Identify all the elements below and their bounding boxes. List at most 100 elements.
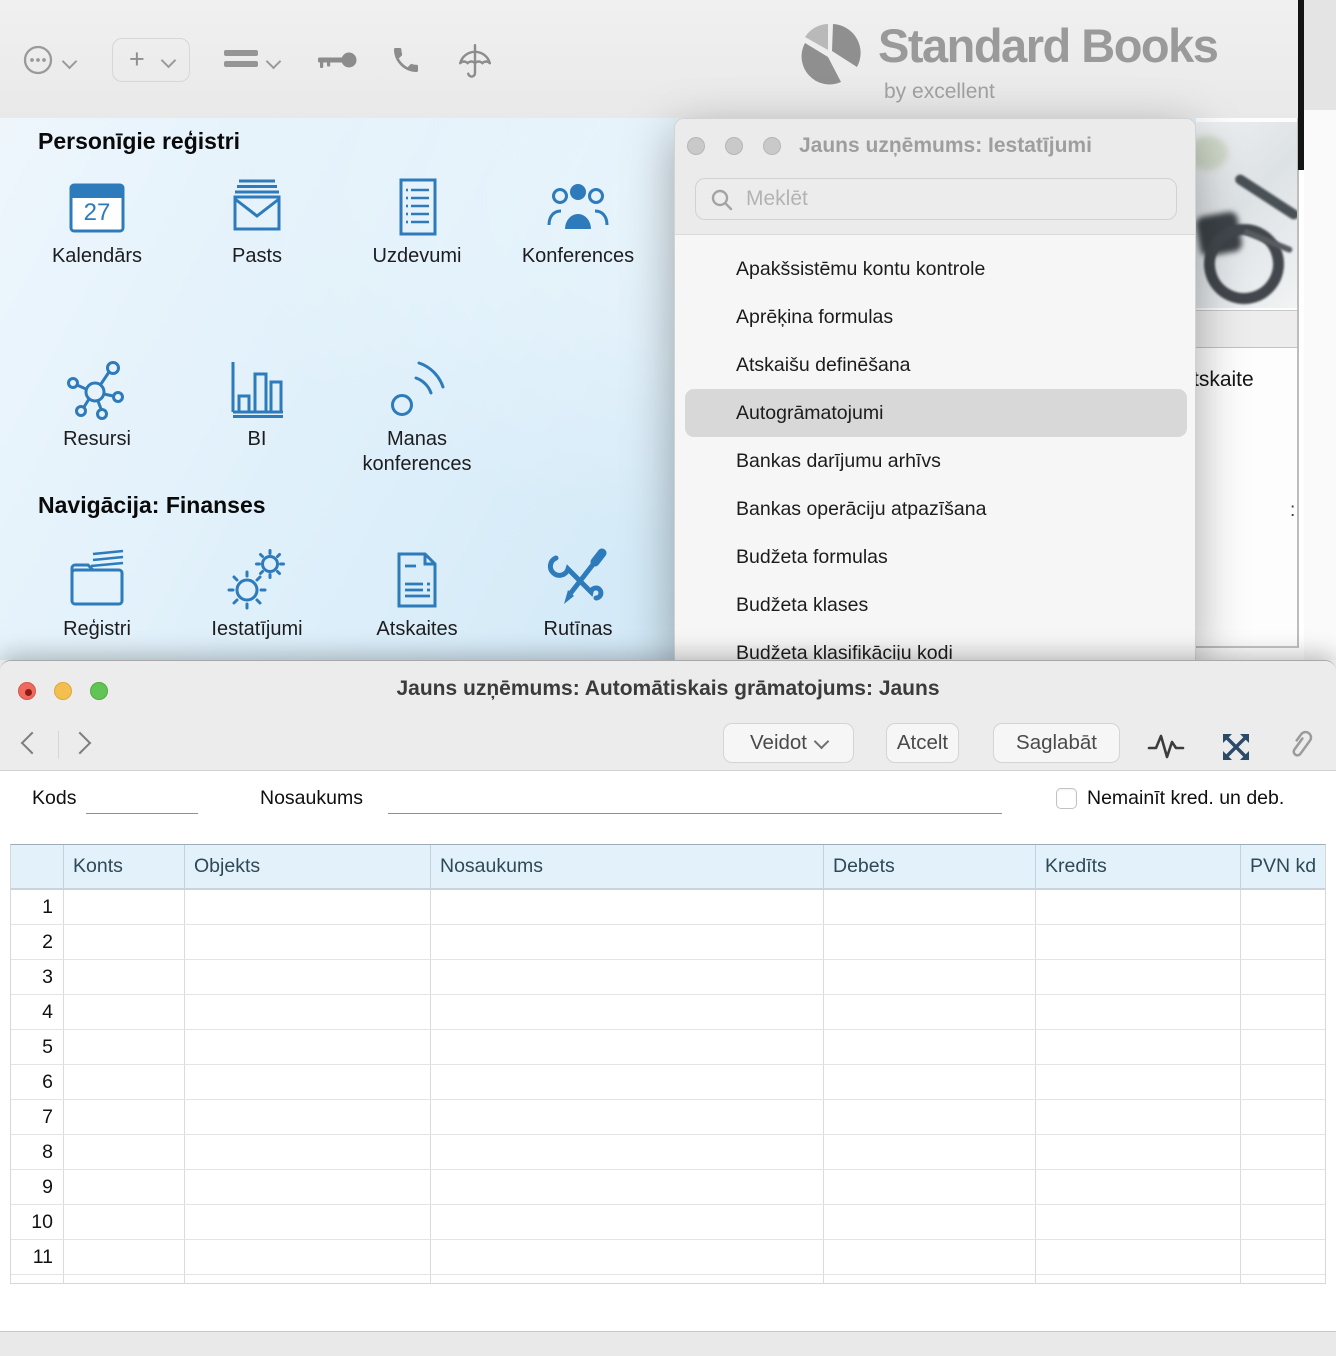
cell-konts[interactable] bbox=[64, 925, 185, 959]
nav-item-pasts[interactable]: Pasts bbox=[182, 175, 332, 269]
cell-pvn-kd[interactable] bbox=[1241, 1240, 1325, 1274]
row-number-cell[interactable]: 3 bbox=[11, 960, 64, 994]
cell-konts[interactable] bbox=[64, 1170, 185, 1204]
settings-list-item[interactable]: Apakšsistēmu kontu kontrole bbox=[685, 245, 1187, 293]
search-field[interactable] bbox=[695, 178, 1177, 220]
cell-pvn-kd[interactable] bbox=[1241, 1170, 1325, 1204]
expand-icon[interactable] bbox=[1220, 731, 1252, 768]
cell-konts[interactable] bbox=[64, 995, 185, 1029]
row-number-cell[interactable]: 12 bbox=[11, 1275, 64, 1284]
settings-list-item[interactable]: Budžeta klases bbox=[685, 581, 1187, 629]
settings-list-item[interactable]: Budžeta formulas bbox=[685, 533, 1187, 581]
paperclip-icon[interactable] bbox=[1277, 723, 1321, 770]
cell-nosaukums[interactable] bbox=[431, 1065, 824, 1099]
nav-item-kalendars[interactable]: 27 Kalendārs bbox=[22, 175, 172, 269]
row-number-cell[interactable]: 5 bbox=[11, 1030, 64, 1064]
cell-objekts[interactable] bbox=[185, 995, 431, 1029]
cell-debets[interactable] bbox=[824, 890, 1036, 924]
nav-item-manas-konferences[interactable]: Manas konferences bbox=[342, 358, 492, 477]
cell-kredits[interactable] bbox=[1036, 960, 1241, 994]
cell-debets[interactable] bbox=[824, 1240, 1036, 1274]
cell-objekts[interactable] bbox=[185, 890, 431, 924]
cell-pvn-kd[interactable] bbox=[1241, 995, 1325, 1029]
nav-item-atskaites[interactable]: Atskaites bbox=[342, 548, 492, 642]
add-button[interactable]: + bbox=[112, 38, 190, 82]
cell-nosaukums[interactable] bbox=[431, 1275, 824, 1284]
nav-item-resursi[interactable]: Resursi bbox=[22, 358, 172, 452]
row-number-cell[interactable]: 11 bbox=[11, 1240, 64, 1274]
cell-debets[interactable] bbox=[824, 1030, 1036, 1064]
nav-item-iestatijumi[interactable]: Iestatījumi bbox=[182, 548, 332, 642]
cell-konts[interactable] bbox=[64, 1205, 185, 1239]
row-number-cell[interactable]: 4 bbox=[11, 995, 64, 1029]
cell-nosaukums[interactable] bbox=[431, 960, 824, 994]
cell-pvn-kd[interactable] bbox=[1241, 1065, 1325, 1099]
cell-objekts[interactable] bbox=[185, 960, 431, 994]
column-header-debets[interactable]: Debets bbox=[824, 845, 1036, 888]
row-number-cell[interactable]: 1 bbox=[11, 890, 64, 924]
forward-button[interactable] bbox=[69, 732, 92, 755]
umbrella-icon[interactable] bbox=[456, 42, 494, 85]
cell-pvn-kd[interactable] bbox=[1241, 1135, 1325, 1169]
cell-objekts[interactable] bbox=[185, 1170, 431, 1204]
cell-nosaukums[interactable] bbox=[431, 1240, 824, 1274]
cell-objekts[interactable] bbox=[185, 1205, 431, 1239]
cell-kredits[interactable] bbox=[1036, 890, 1241, 924]
code-input[interactable] bbox=[86, 789, 198, 814]
cell-debets[interactable] bbox=[824, 995, 1036, 1029]
phone-icon[interactable] bbox=[390, 44, 422, 81]
cancel-button[interactable]: Atcelt bbox=[886, 723, 959, 763]
cell-debets[interactable] bbox=[824, 1205, 1036, 1239]
cell-kredits[interactable] bbox=[1036, 1135, 1241, 1169]
column-header-nosaukums[interactable]: Nosaukums bbox=[431, 845, 824, 888]
cell-pvn-kd[interactable] bbox=[1241, 1275, 1325, 1284]
settings-list-item[interactable]: Aprēķina formulas bbox=[685, 293, 1187, 341]
cell-kredits[interactable] bbox=[1036, 1240, 1241, 1274]
cell-debets[interactable] bbox=[824, 1065, 1036, 1099]
cell-objekts[interactable] bbox=[185, 925, 431, 959]
cell-nosaukums[interactable] bbox=[431, 890, 824, 924]
cell-konts[interactable] bbox=[64, 1065, 185, 1099]
search-input[interactable] bbox=[744, 183, 1168, 215]
row-number-cell[interactable]: 8 bbox=[11, 1135, 64, 1169]
cell-nosaukums[interactable] bbox=[431, 1205, 824, 1239]
cell-debets[interactable] bbox=[824, 960, 1036, 994]
cell-nosaukums[interactable] bbox=[431, 1135, 824, 1169]
cell-debets[interactable] bbox=[824, 925, 1036, 959]
cell-objekts[interactable] bbox=[185, 1240, 431, 1274]
row-number-cell[interactable]: 6 bbox=[11, 1065, 64, 1099]
column-header-objekts[interactable]: Objekts bbox=[185, 845, 431, 888]
cell-pvn-kd[interactable] bbox=[1241, 1100, 1325, 1134]
key-icon[interactable] bbox=[316, 46, 358, 79]
cell-kredits[interactable] bbox=[1036, 1205, 1241, 1239]
record-window-titlebar[interactable]: Jauns uzņēmums: Automātiskais grāmatojum… bbox=[0, 661, 1336, 771]
cell-objekts[interactable] bbox=[185, 1135, 431, 1169]
cell-objekts[interactable] bbox=[185, 1065, 431, 1099]
keep-credit-debit-checkbox[interactable] bbox=[1056, 788, 1077, 809]
column-header-pvn-kd[interactable]: PVN kd bbox=[1241, 845, 1325, 888]
cell-konts[interactable] bbox=[64, 1100, 185, 1134]
settings-window-titlebar[interactable]: Jauns uzņēmums: Iestatījumi bbox=[675, 119, 1195, 235]
cell-kredits[interactable] bbox=[1036, 995, 1241, 1029]
cell-konts[interactable] bbox=[64, 1240, 185, 1274]
cell-debets[interactable] bbox=[824, 1135, 1036, 1169]
settings-list-item[interactable]: Bankas darījumu arhīvs bbox=[685, 437, 1187, 485]
cell-objekts[interactable] bbox=[185, 1275, 431, 1284]
nav-item-bi[interactable]: BI bbox=[182, 358, 332, 452]
settings-list-item[interactable]: Atskaišu definēšana bbox=[685, 341, 1187, 389]
cell-kredits[interactable] bbox=[1036, 1065, 1241, 1099]
cell-nosaukums[interactable] bbox=[431, 1030, 824, 1064]
cell-kredits[interactable] bbox=[1036, 1100, 1241, 1134]
cell-konts[interactable] bbox=[64, 1030, 185, 1064]
cell-nosaukums[interactable] bbox=[431, 1100, 824, 1134]
cell-pvn-kd[interactable] bbox=[1241, 925, 1325, 959]
nav-item-registri[interactable]: Reģistri bbox=[22, 548, 172, 642]
name-input[interactable] bbox=[388, 789, 1002, 814]
more-options-icon[interactable] bbox=[22, 44, 54, 81]
list-icon[interactable] bbox=[224, 50, 258, 70]
cell-konts[interactable] bbox=[64, 1275, 185, 1284]
cell-kredits[interactable] bbox=[1036, 925, 1241, 959]
cell-debets[interactable] bbox=[824, 1170, 1036, 1204]
cell-pvn-kd[interactable] bbox=[1241, 960, 1325, 994]
close-button[interactable] bbox=[687, 137, 705, 155]
